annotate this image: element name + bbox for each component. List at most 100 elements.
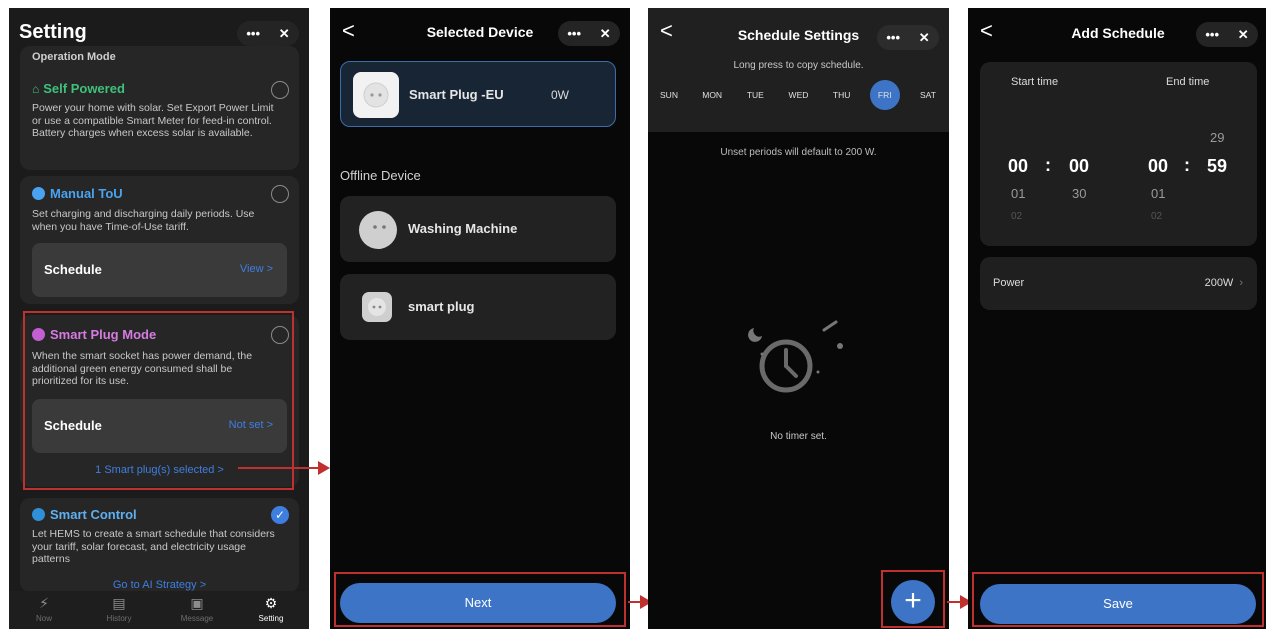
end-minute[interactable]: 59 [1207, 156, 1227, 177]
home-icon: ⌂ [32, 82, 40, 96]
flow-arrow [238, 467, 318, 469]
self-powered-description: Power your home with solar. Set Export P… [32, 102, 274, 139]
selected-device-card[interactable]: Smart Plug -EU 0W [340, 61, 616, 127]
power-label: Power [993, 277, 1025, 289]
header-actions: ••• ✕ [237, 21, 299, 46]
self-powered-radio[interactable] [271, 81, 289, 99]
day-wed[interactable]: WED [783, 90, 813, 100]
schedule-view-link[interactable]: View > [240, 263, 273, 275]
highlight-box [23, 311, 294, 490]
smart-plug-icon [353, 72, 399, 118]
day-sun[interactable]: SUN [654, 90, 684, 100]
chevron-right-icon: › [1239, 277, 1243, 289]
tab-setting[interactable]: ⚙︎ Setting [246, 595, 296, 623]
start-time-label: Start time [1011, 76, 1059, 88]
smart-control-description: Let HEMS to create a smart schedule that… [32, 528, 275, 565]
selected-device-screen: < Selected Device ••• ✕ Smart Plug -EU 0… [330, 8, 630, 629]
no-timer-text: No timer set. [770, 431, 827, 442]
device-name: Washing Machine [408, 221, 518, 236]
day-selector: SUN MON TUE WED THU FRI SAT [654, 80, 943, 110]
more-icon[interactable]: ••• [1205, 27, 1219, 42]
manual-tou-schedule-row[interactable]: Schedule View > [32, 243, 287, 297]
device-name: Smart Plug -EU [409, 87, 504, 102]
tab-label: History [106, 614, 132, 623]
manual-tou-radio[interactable] [271, 185, 289, 203]
start-hour-next2[interactable]: 02 [1011, 211, 1022, 222]
more-icon[interactable]: ••• [567, 26, 581, 41]
end-hour-next2[interactable]: 02 [1151, 211, 1162, 222]
ai-strategy-link[interactable]: Go to AI Strategy > [20, 579, 299, 591]
page-title: Setting [19, 21, 87, 43]
copy-hint: Long press to copy schedule. [733, 60, 864, 71]
close-icon[interactable]: ✕ [279, 26, 290, 42]
manual-tou-title[interactable]: Manual ToU [32, 186, 123, 201]
settings-screen: Setting ••• ✕ Operation Mode ⌂ Self Power… [9, 8, 309, 629]
bottom-tab-bar: ⚡︎ Now ▤ History ▣ Message ⚙︎ Setting [9, 591, 309, 629]
offline-device-label: Offline Device [340, 168, 421, 183]
power-row[interactable]: Power 200W › [980, 257, 1257, 310]
tab-label: Now [35, 614, 52, 623]
start-minute[interactable]: 00 [1069, 156, 1089, 177]
header-actions: ••• ✕ [1196, 22, 1258, 47]
history-icon: ▤ [112, 595, 126, 611]
manual-tou-description: Set charging and discharging daily perio… [32, 208, 255, 233]
close-icon[interactable]: ✕ [1238, 27, 1249, 43]
tab-message[interactable]: ▣ Message [172, 595, 222, 623]
day-sat[interactable]: SAT [913, 90, 943, 100]
start-minute-next[interactable]: 30 [1072, 186, 1086, 201]
alarm-clock-icon [32, 187, 45, 200]
day-mon[interactable]: MON [697, 90, 727, 100]
tab-now[interactable]: ⚡︎ Now [19, 595, 69, 623]
highlight-box [972, 572, 1264, 627]
smart-control-radio[interactable]: ✓ [271, 506, 289, 524]
lightning-icon: ⚡︎ [39, 595, 49, 611]
end-minute-prev[interactable]: 29 [1210, 130, 1224, 145]
day-selector-band: < Schedule Settings ••• ✕ Long press to … [648, 8, 949, 132]
highlight-box [334, 572, 626, 627]
tab-history[interactable]: ▤ History [94, 595, 144, 623]
more-icon[interactable]: ••• [246, 26, 260, 41]
empty-clock-icon [736, 316, 846, 416]
end-hour[interactable]: 00 [1148, 156, 1168, 177]
flow-arrow [628, 601, 640, 603]
offline-device-card[interactable]: Washing Machine [340, 196, 616, 262]
section-label: Operation Mode [32, 51, 116, 63]
add-schedule-screen: < Add Schedule ••• ✕ Start time End time… [968, 8, 1266, 629]
day-thu[interactable]: THU [827, 90, 857, 100]
highlight-box [881, 570, 945, 628]
power-value: 200W › [1204, 277, 1243, 289]
header: < Schedule Settings ••• ✕ [648, 8, 949, 58]
gear-icon: ⚙︎ [264, 595, 278, 611]
manual-tou-card: Manual ToU Set charging and discharging … [20, 176, 299, 304]
schedule-settings-screen: < Schedule Settings ••• ✕ Long press to … [648, 8, 949, 629]
close-icon[interactable]: ✕ [919, 30, 930, 46]
device-name: smart plug [408, 299, 475, 314]
smart-control-title[interactable]: Smart Control [32, 507, 137, 522]
self-powered-title[interactable]: ⌂ Self Powered [32, 81, 125, 96]
checkmark-icon: ✓ [274, 508, 286, 522]
socket-icon [356, 206, 402, 252]
smart-control-card: Smart Control ✓ Let HEMS to create a sma… [20, 498, 299, 592]
close-icon[interactable]: ✕ [600, 26, 611, 42]
time-separator: : [1045, 155, 1051, 175]
flow-arrowhead [318, 461, 330, 475]
day-tue[interactable]: TUE [740, 90, 770, 100]
header-actions: ••• ✕ [558, 21, 620, 46]
tab-label: Setting [258, 614, 284, 623]
smart-plug-icon [356, 284, 402, 330]
start-hour-next[interactable]: 01 [1011, 186, 1025, 201]
end-hour-next[interactable]: 01 [1151, 186, 1165, 201]
header: < Selected Device ••• ✕ [330, 8, 630, 58]
offline-device-card[interactable]: smart plug [340, 274, 616, 340]
start-hour[interactable]: 00 [1008, 156, 1028, 177]
more-icon[interactable]: ••• [886, 30, 900, 45]
smart-control-icon [32, 508, 45, 521]
message-icon: ▣ [190, 595, 204, 611]
day-fri[interactable]: FRI [869, 80, 900, 110]
unset-periods-note: Unset periods will default to 200 W. [720, 147, 877, 158]
device-power: 0W [551, 88, 569, 102]
operation-mode-card: Operation Mode ⌂ Self Powered Power your … [20, 46, 299, 170]
tab-label: Message [180, 614, 214, 623]
schedule-label: Schedule [44, 262, 102, 277]
time-picker-card: Start time End time 29 00 : 00 00 : 59 0… [980, 62, 1257, 246]
